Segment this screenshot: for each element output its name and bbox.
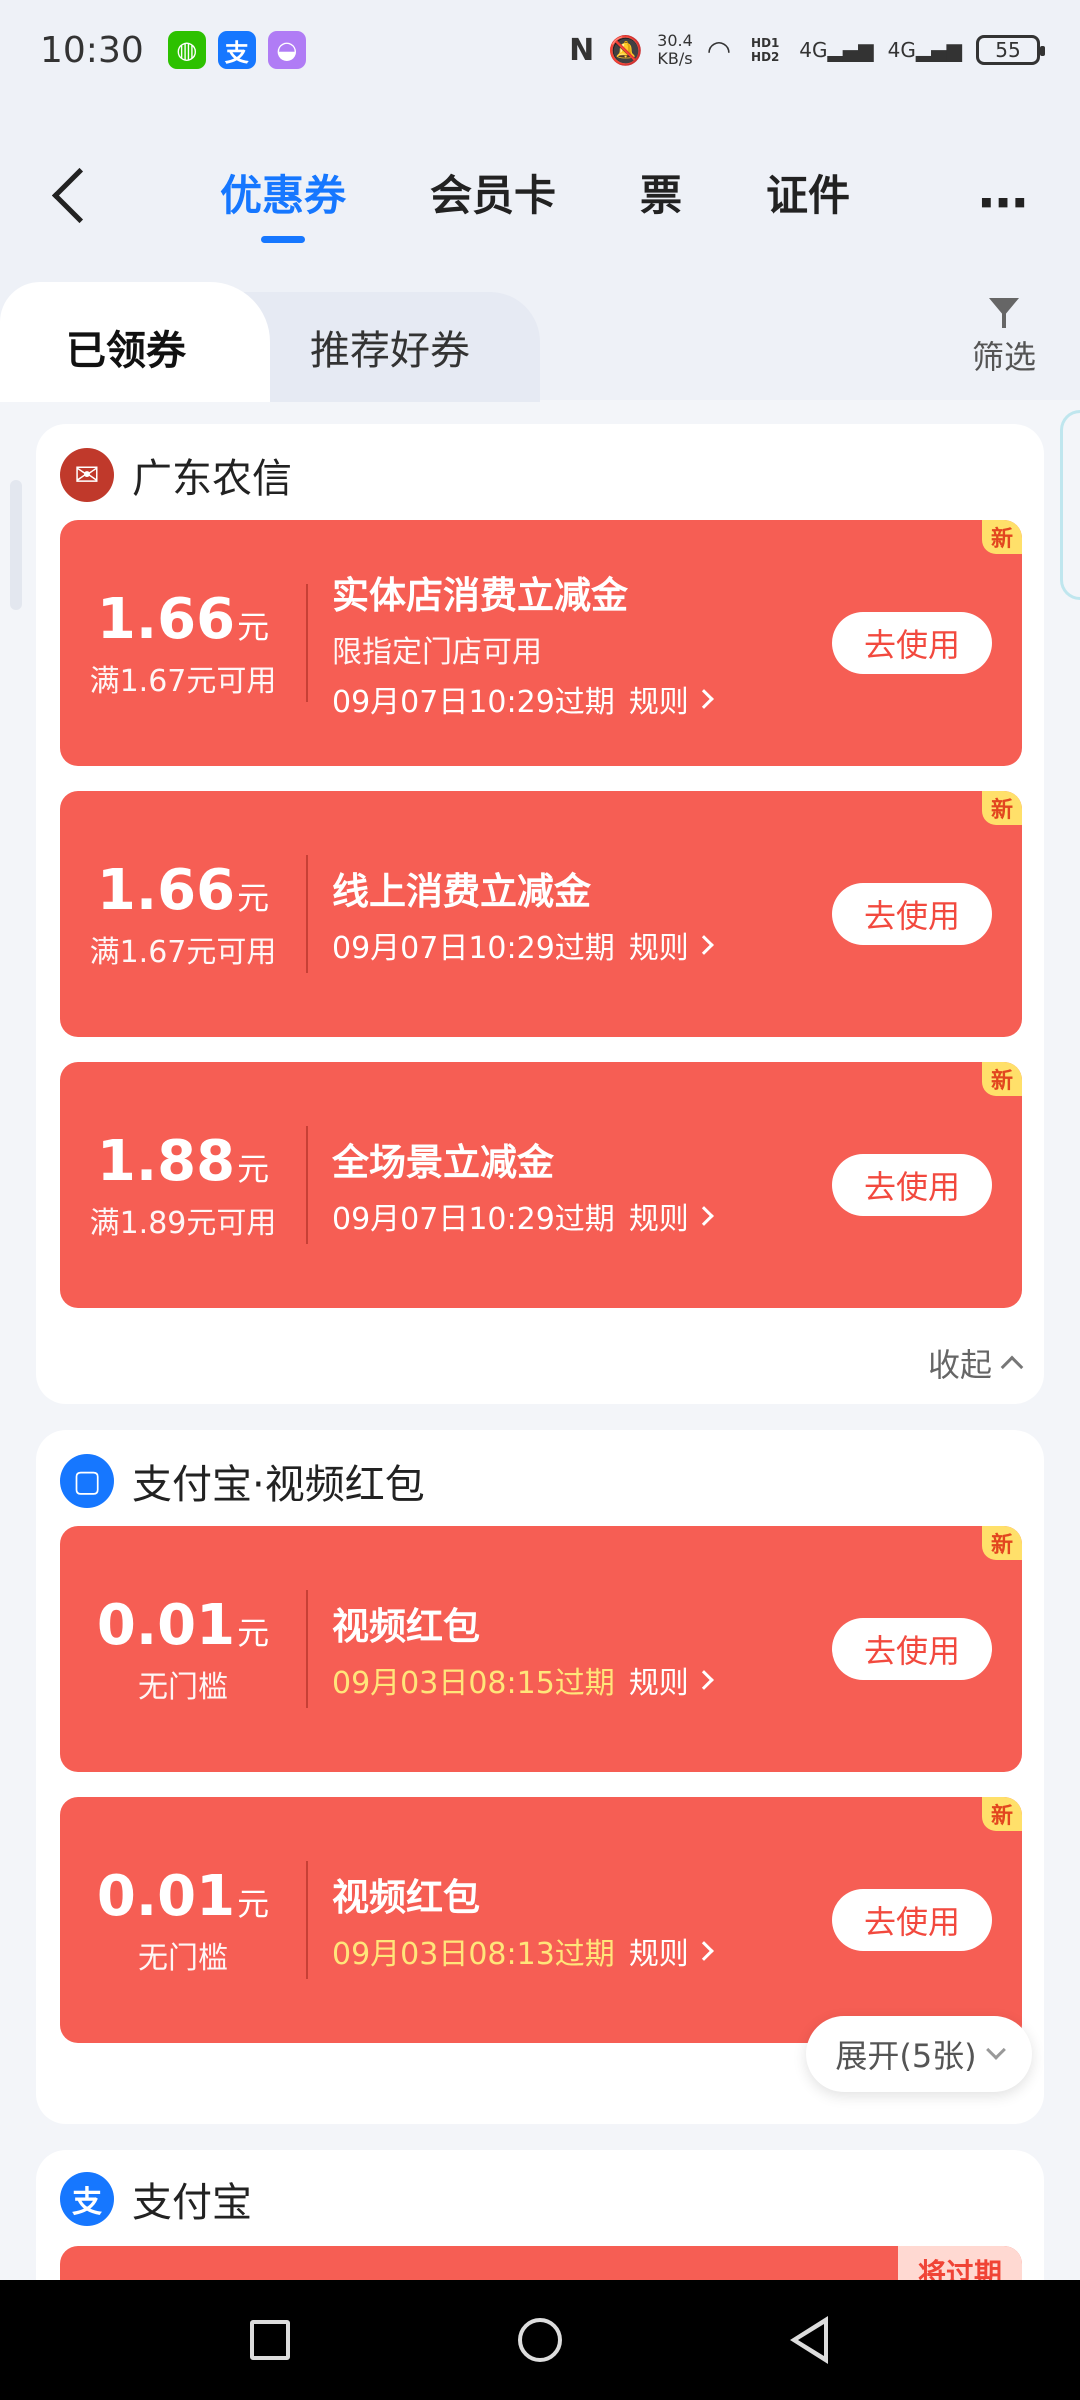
coupon-amount: 1.66: [96, 586, 236, 652]
scroll-handle: [10, 480, 22, 610]
coupon-expiry: 09月03日08:13过期 规则: [332, 1929, 714, 1973]
coupon-condition: 满1.89元可用: [89, 1205, 277, 1241]
tab-documents[interactable]: 证件: [766, 162, 850, 223]
signal-icon: 4G▂▄▆: [887, 38, 962, 62]
coupon-card: 1.88 元 满1.89元可用 全场景立减金 09月07日10:29过期 规则 去使…: [60, 1062, 1022, 1308]
coupon-expiry: 09月07日10:29过期 规则: [332, 677, 714, 721]
more-icon[interactable]: ⋯: [978, 174, 1030, 232]
rules-link[interactable]: 规则: [629, 923, 689, 967]
coupon-name: 实体店消费立减金: [332, 574, 628, 617]
new-badge: 新: [982, 520, 1022, 554]
rules-link[interactable]: 规则: [629, 1194, 689, 1238]
tab-membership-cards[interactable]: 会员卡: [430, 162, 556, 223]
sub-tabs: 已领券 推荐好券 筛选: [0, 282, 1080, 402]
coupon-card: 1.66 元 满1.67元可用 线上消费立减金 09月07日10:29过期 规则 去…: [60, 791, 1022, 1037]
coupon-name: 视频红包: [332, 1605, 480, 1648]
coupon-card: 0.01 元 无门槛 视频红包 09月03日08:13过期 规则 去使用 新: [60, 1797, 1022, 2043]
video-redpacket-logo-icon: ▢: [60, 1454, 114, 1508]
new-badge: 新: [982, 1797, 1022, 1831]
chevron-down-icon: [985, 2040, 1006, 2060]
coupon-amount: 1.66: [96, 857, 236, 923]
category-tabs: 优惠券 会员卡 票 证件: [220, 162, 850, 223]
subtab-recommended[interactable]: 推荐好券: [310, 318, 470, 376]
use-button[interactable]: 去使用: [832, 1889, 992, 1951]
expand-button[interactable]: 展开(5张): [806, 2016, 1032, 2092]
wifi-icon: ◠: [706, 33, 732, 67]
chevron-right-icon: [693, 689, 714, 709]
back-triangle-icon[interactable]: [790, 2316, 828, 2364]
coupon-group-gdrcu: ✉ 广东农信 1.66 元 满1.67元可用 实体店消费立减金 限指定门店可用 0…: [36, 424, 1044, 1404]
net-speed: 30.4 KB/s: [657, 31, 693, 68]
alipay-logo-icon: 支: [60, 2172, 114, 2226]
coupon-amount: 0.01: [96, 1592, 236, 1658]
back-icon[interactable]: [46, 166, 96, 226]
rules-link[interactable]: 规则: [629, 1929, 689, 1973]
group-title: 支付宝·视频红包: [132, 1462, 425, 1508]
tab-tickets[interactable]: 票: [640, 162, 682, 223]
bank-logo-icon: ✉: [60, 448, 114, 502]
coupon-amount: 1.88: [96, 1128, 236, 1194]
recent-apps-icon[interactable]: [250, 2320, 290, 2360]
coupon-amount: 0.01: [96, 1863, 236, 1929]
group-header: 支 支付宝: [60, 2170, 252, 2228]
filter-label: 筛选: [971, 338, 1036, 376]
use-button[interactable]: 去使用: [832, 883, 992, 945]
chevron-right-icon: [693, 935, 714, 955]
filter-button[interactable]: 筛选: [964, 298, 1044, 378]
coupon-card: 1.66 元 满1.67元可用 实体店消费立减金 限指定门店可用 09月07日10…: [60, 520, 1022, 766]
status-bar: 10:30 ◍ 支 ◒ N 🔕 30.4 KB/s ◠ HD1 HD2 4G▂▄…: [0, 0, 1080, 100]
chevron-right-icon: [693, 1670, 714, 1690]
group-title: 广东农信: [132, 456, 292, 502]
top-navigation: 优惠券 会员卡 票 证件 ⋯: [0, 140, 1080, 250]
coupon-condition: 满1.67元可用: [89, 663, 277, 699]
rules-link[interactable]: 规则: [629, 677, 689, 721]
coupon-expiry: 09月07日10:29过期 规则: [332, 923, 714, 967]
app-icon: ◒: [267, 31, 306, 69]
group-header: ✉ 广东农信: [60, 446, 292, 504]
new-badge: 新: [982, 1062, 1022, 1096]
coupon-name: 线上消费立减金: [332, 870, 591, 913]
coupon-expiry: 09月07日10:29过期 规则: [332, 1194, 714, 1238]
tab-coupons[interactable]: 优惠券: [220, 162, 346, 223]
chevron-right-icon: [693, 1206, 714, 1226]
use-button[interactable]: 去使用: [832, 1154, 992, 1216]
chevron-up-icon: [1000, 1355, 1024, 1379]
coupon-condition: 无门槛: [138, 1940, 228, 1976]
coupon-desc: 限指定门店可用: [332, 635, 542, 670]
coupon-condition: 无门槛: [138, 1669, 228, 1705]
coupon-name: 全场景立减金: [332, 1141, 554, 1184]
alipay-icon: 支: [217, 31, 256, 69]
coupon-expiry: 09月03日08:15过期 规则: [332, 1658, 714, 1702]
mute-bell-icon: 🔕: [608, 33, 644, 67]
side-drawer-handle[interactable]: [1060, 410, 1080, 600]
status-indicators: N 🔕 30.4 KB/s ◠ HD1 HD2 4G▂▄▆ 4G▂▄▆ 55: [569, 31, 1045, 68]
hd-icon: HD1 HD2: [751, 36, 780, 64]
coupon-card: 0.01 元 无门槛 视频红包 09月03日08:15过期 规则 去使用 新: [60, 1526, 1022, 1772]
subtab-received[interactable]: 已领券: [66, 318, 186, 376]
collapse-button[interactable]: 收起: [928, 1340, 1024, 1386]
group-header: ▢ 支付宝·视频红包: [60, 1452, 425, 1510]
coupon-condition: 满1.67元可用: [89, 934, 277, 970]
signal-icon: 4G▂▄▆: [799, 38, 874, 62]
rules-link[interactable]: 规则: [629, 1658, 689, 1702]
system-navigation-bar: [0, 2280, 1080, 2400]
nfc-icon: N: [569, 32, 595, 68]
chevron-right-icon: [693, 1941, 714, 1961]
new-badge: 新: [982, 1526, 1022, 1560]
group-title: 支付宝: [132, 2180, 252, 2226]
use-button[interactable]: 去使用: [832, 612, 992, 674]
coupon-name: 视频红包: [332, 1876, 480, 1919]
status-time: 10:30: [40, 29, 144, 71]
filter-icon: [989, 298, 1019, 328]
battery-icon: 55: [976, 35, 1045, 65]
wechat-icon: ◍: [167, 31, 206, 69]
new-badge: 新: [982, 791, 1022, 825]
use-button[interactable]: 去使用: [832, 1618, 992, 1680]
home-icon[interactable]: [518, 2318, 562, 2362]
